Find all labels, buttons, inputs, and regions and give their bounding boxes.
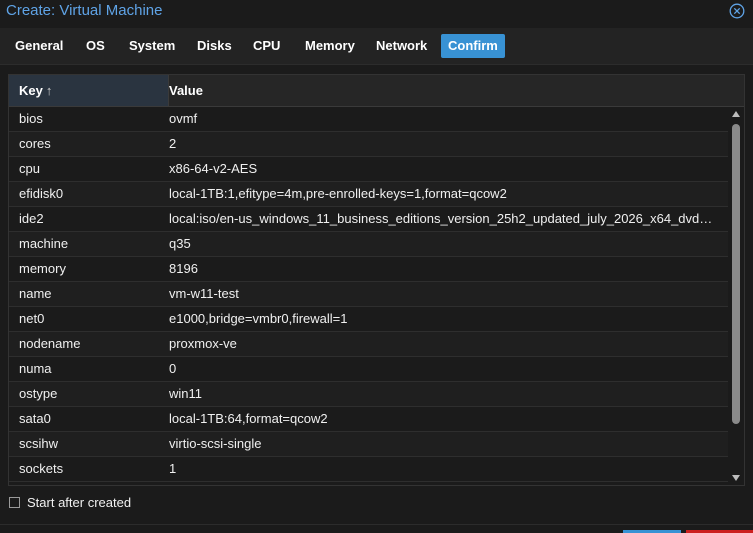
tab-network[interactable]: Network (369, 34, 434, 58)
row-value: vm-w11-test (169, 286, 239, 301)
tab-general[interactable]: General (8, 34, 70, 58)
start-after-created-checkbox[interactable] (9, 497, 20, 508)
confirm-summary-grid: Key ↑ Value bios ovmf cores 2 cpu x86-64-… (8, 74, 745, 486)
row-key: cores (19, 136, 51, 151)
row-key: scsihw (19, 436, 59, 451)
table-row[interactable]: ide2 local:iso/en-us_windows_11_business… (9, 207, 728, 232)
row-key: sata0 (19, 411, 51, 426)
table-row[interactable]: ostype win11 (9, 382, 728, 407)
table-row[interactable]: net0 e1000,bridge=vmbr0,firewall=1 (9, 307, 728, 332)
table-row[interactable]: memory 8196 (9, 257, 728, 282)
column-header-value[interactable]: Value (169, 75, 729, 106)
tab-system[interactable]: System (122, 34, 182, 58)
titlebar: Create: Virtual Machine (0, 0, 753, 24)
row-value: q35 (169, 236, 191, 251)
dialog-title: Create: Virtual Machine (6, 2, 163, 19)
row-key: numa (19, 361, 52, 376)
create-vm-dialog: Create: Virtual Machine General OS Syste… (0, 0, 753, 533)
row-key: cpu (19, 161, 40, 176)
row-value: ovmf (169, 111, 198, 126)
column-header-key[interactable]: Key ↑ (9, 75, 169, 106)
row-value: local:iso/en-us_windows_11_business_edit… (169, 211, 713, 226)
close-circle-icon[interactable] (729, 3, 745, 19)
vertical-scrollbar[interactable] (728, 107, 744, 485)
table-row[interactable]: bios ovmf (9, 107, 728, 132)
table-row[interactable]: sata0 local-1TB:64,format=qcow2 (9, 407, 728, 432)
tab-disks[interactable]: Disks (190, 34, 239, 58)
row-value: win11 (169, 386, 203, 401)
table-row[interactable]: name vm-w11-test (9, 282, 728, 307)
row-value: virtio-scsi-single (169, 436, 262, 451)
tab-os[interactable]: OS (79, 34, 112, 58)
table-row[interactable]: efidisk0 local-1TB:1,efitype=4m,pre-enro… (9, 182, 728, 207)
row-key: ide2 (19, 211, 44, 226)
table-row[interactable]: nodename proxmox-ve (9, 332, 728, 357)
wizard-tab-bar: General OS System Disks CPU Memory Netwo… (0, 28, 753, 65)
row-key: bios (19, 111, 43, 126)
row-key: memory (19, 261, 66, 276)
row-value: proxmox-ve (169, 336, 237, 351)
scroll-down-arrow-icon[interactable] (732, 475, 740, 481)
row-value: 1 (169, 461, 177, 476)
table-row[interactable]: cpu x86-64-v2-AES (9, 157, 728, 182)
dialog-button-bar (0, 524, 753, 533)
table-row[interactable]: sockets 1 (9, 457, 728, 482)
tab-cpu[interactable]: CPU (246, 34, 287, 58)
row-key: efidisk0 (19, 186, 64, 201)
row-value: local-1TB:1,efitype=4m,pre-enrolled-keys… (169, 186, 507, 201)
row-key: sockets (19, 461, 64, 476)
row-value: e1000,bridge=vmbr0,firewall=1 (169, 311, 348, 326)
row-value: local-1TB:64,format=qcow2 (169, 411, 328, 426)
row-value: 8196 (169, 261, 198, 276)
grid-header: Key ↑ Value (9, 75, 744, 107)
tab-confirm[interactable]: Confirm (441, 34, 505, 58)
start-after-created-label: Start after created (27, 495, 132, 510)
row-value: 0 (169, 361, 177, 376)
column-header-key-label: Key (19, 83, 43, 98)
row-key: ostype (19, 386, 58, 401)
row-key: net0 (19, 311, 45, 326)
table-row[interactable]: scsihw virtio-scsi-single (9, 432, 728, 457)
grid-rows: bios ovmf cores 2 cpu x86-64-v2-AES efid… (9, 107, 728, 485)
table-row[interactable]: numa 0 (9, 357, 728, 382)
table-row[interactable]: machine q35 (9, 232, 728, 257)
scrollbar-thumb[interactable] (732, 124, 740, 424)
sort-ascending-icon: ↑ (45, 83, 53, 98)
row-value: x86-64-v2-AES (169, 161, 258, 176)
row-value: 2 (169, 136, 177, 151)
row-key: name (19, 286, 52, 301)
row-key: nodename (19, 336, 81, 351)
table-row[interactable]: cores 2 (9, 132, 728, 157)
tab-memory[interactable]: Memory (298, 34, 362, 58)
scroll-up-arrow-icon[interactable] (732, 111, 740, 117)
row-key: machine (19, 236, 69, 251)
